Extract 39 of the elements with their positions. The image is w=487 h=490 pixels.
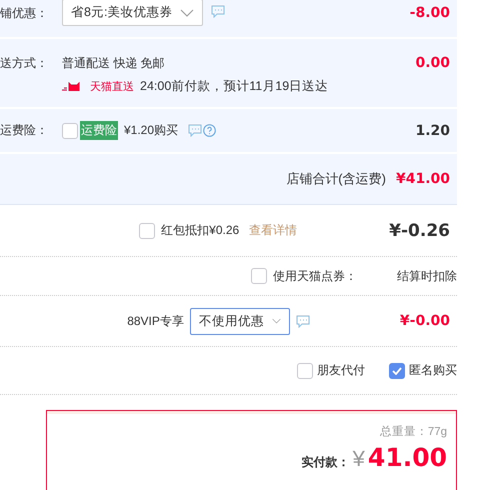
discount-amount: -8.00 (410, 5, 450, 21)
option-label: 朋友代付 (317, 362, 365, 379)
points-label: 使用天猫点券： (273, 268, 357, 284)
payment-label: 实付款： (302, 454, 350, 471)
check-icon (392, 366, 402, 374)
help-icon[interactable] (203, 124, 216, 137)
insurance-tag: 运费险 (80, 121, 118, 140)
points-note: 结算时扣除 (397, 268, 457, 284)
chevron-down-icon (180, 8, 194, 16)
checkbox[interactable] (389, 362, 405, 378)
insurance-label: 运费险： (0, 122, 49, 139)
chat-icon[interactable] (188, 124, 202, 137)
delivery-estimate: 24:00前付款，预计11月19日送达 (140, 78, 328, 95)
subtotal-amount: ¥41.00 (396, 171, 450, 187)
shipping-amount: 0.00 (415, 55, 450, 73)
checkbox[interactable] (139, 222, 156, 238)
shipping-method: 普通配送 快递 免邮 (62, 55, 166, 72)
shipping-label: 送方式： (0, 55, 49, 72)
chevron-down-icon (272, 317, 281, 325)
option-label: 匿名购买 (409, 362, 457, 379)
vip-label: 88VIP专享 (127, 312, 184, 330)
coupon-label: 铺优惠： (0, 5, 49, 22)
cash-bonus-label: 红包抵扣¥0.26 (161, 222, 240, 239)
chat-icon[interactable] (296, 314, 310, 328)
chat-icon[interactable] (211, 5, 226, 18)
checkbox[interactable] (62, 122, 78, 138)
delivery-badge: 天猫直送 (62, 79, 134, 94)
checkbox[interactable] (297, 362, 313, 378)
total-weight: 总重量：77g (380, 424, 447, 439)
insurance-price: ¥1.20购买 (124, 122, 178, 139)
checkbox[interactable] (251, 268, 267, 284)
subtotal-label: 店铺合计(含运费) (286, 170, 386, 188)
coupon-select[interactable]: 省8元:美妆优惠券 (62, 0, 204, 26)
vip-amount: ¥-0.00 (400, 313, 450, 329)
currency-symbol: ¥ (352, 446, 365, 472)
insurance-amount: 1.20 (415, 122, 450, 138)
cash-bonus-amount: ¥-0.26 (389, 220, 450, 240)
vip-select[interactable]: 不使用优惠 (190, 308, 290, 334)
total-amount: 41.00 (368, 443, 447, 472)
